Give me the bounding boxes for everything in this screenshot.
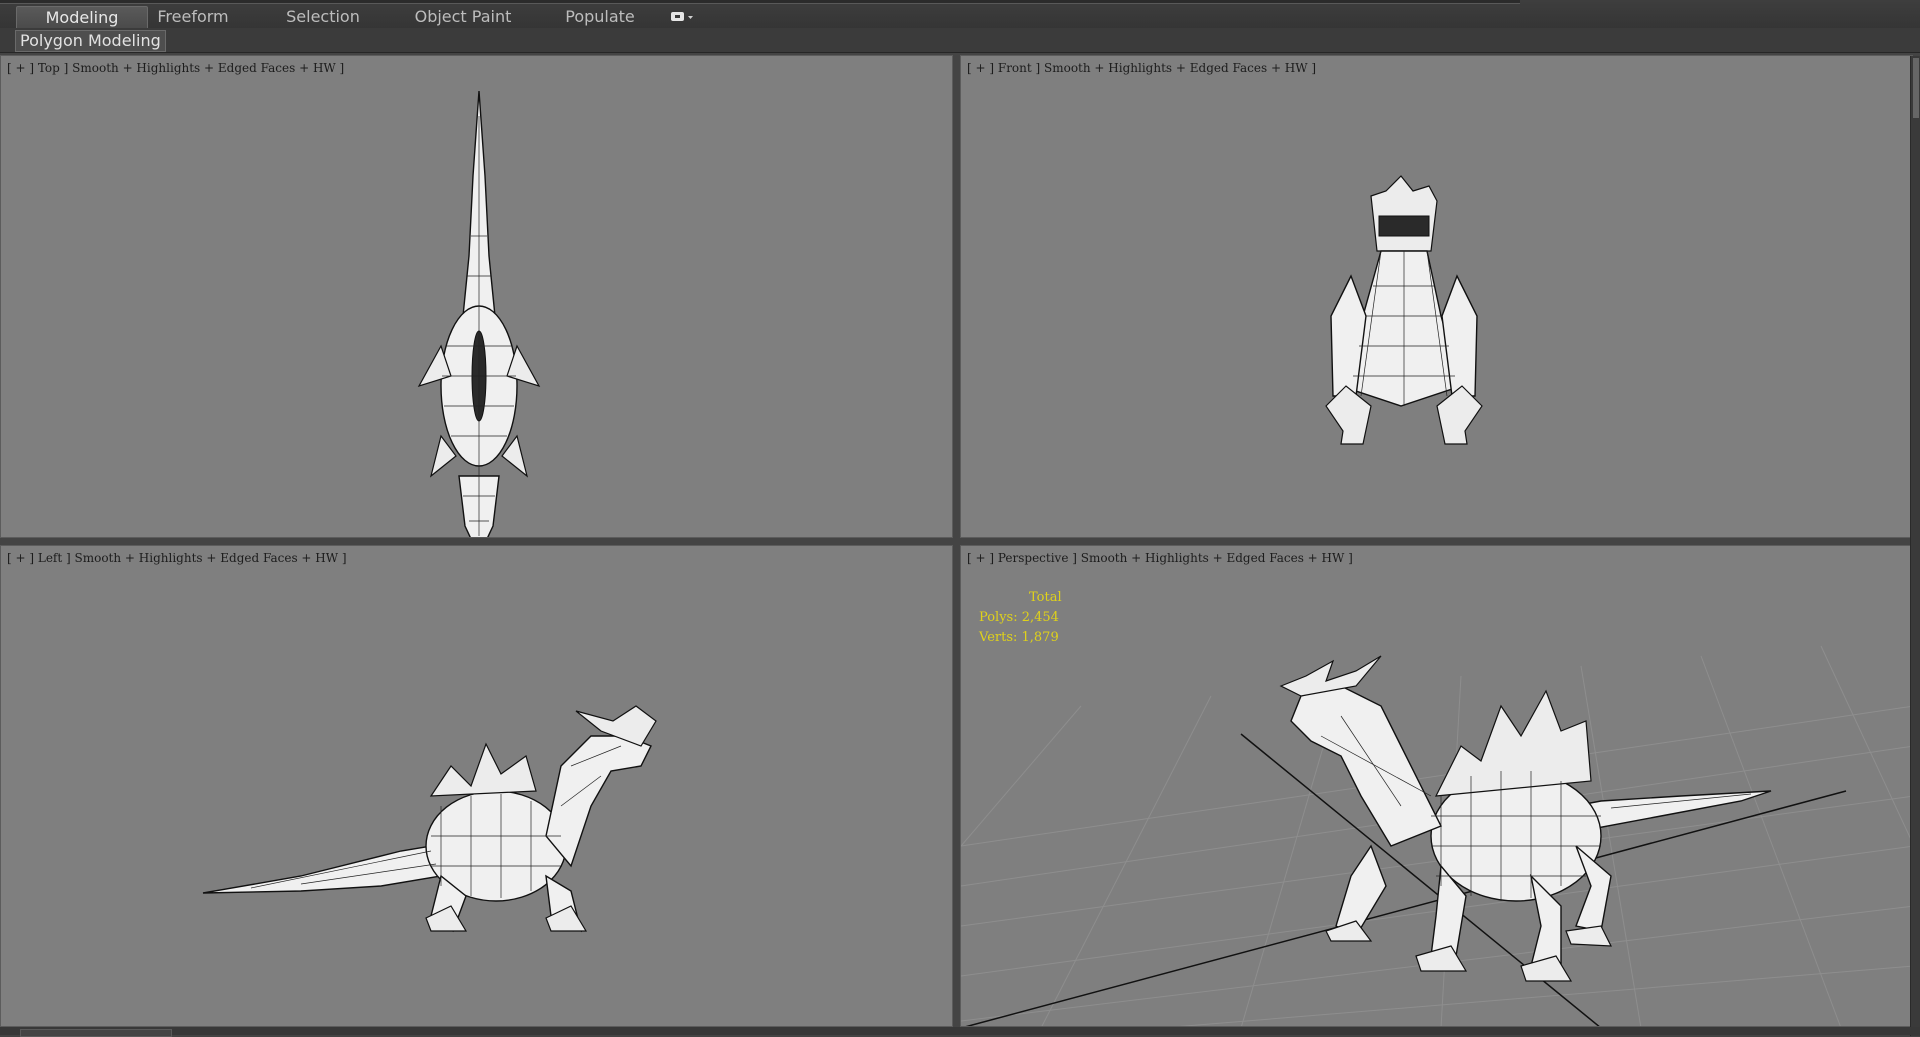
ribbon-options-dropdown[interactable] [670, 9, 694, 25]
ribbon-tab-bar: Modeling Freeform Selection Object Paint… [0, 0, 1920, 29]
viewport-left[interactable]: [ + ] Left ] Smooth + Highlights + Edged… [0, 545, 953, 1027]
dragon-mesh-top-view [417, 90, 541, 537]
chevron-down-icon [688, 16, 693, 19]
right-scrollbar[interactable] [1910, 56, 1920, 1036]
bottom-status-segment[interactable] [20, 1029, 172, 1037]
tab-freeform[interactable]: Freeform [148, 6, 238, 28]
viewport-perspective[interactable]: [ + ] Perspective ] Smooth + Highlights … [960, 545, 1913, 1027]
dragon-mesh-front-view [1325, 175, 1483, 445]
ribbon-top-divider [0, 0, 1520, 4]
dragon-mesh-perspective-view [961, 645, 1912, 1026]
viewport-top[interactable]: [ + ] Top ] Smooth + Highlights + Edged … [0, 55, 953, 538]
viewport-front[interactable]: [ + ] Front ] Smooth + Highlights + Edge… [960, 55, 1913, 538]
tab-object-paint[interactable]: Object Paint [408, 6, 518, 28]
tab-modeling[interactable]: Modeling [16, 6, 148, 29]
polygon-modeling-panel-button[interactable]: Polygon Modeling [15, 30, 166, 52]
dragon-mesh-left-view [202, 705, 657, 933]
scrollbar-thumb[interactable] [1913, 58, 1919, 118]
tab-selection[interactable]: Selection [278, 6, 368, 28]
tab-populate[interactable]: Populate [560, 6, 640, 28]
ribbon-panel: Polygon Modeling [0, 28, 1920, 53]
bottom-status-strip [0, 1027, 1920, 1035]
camera-icon [671, 12, 693, 21]
